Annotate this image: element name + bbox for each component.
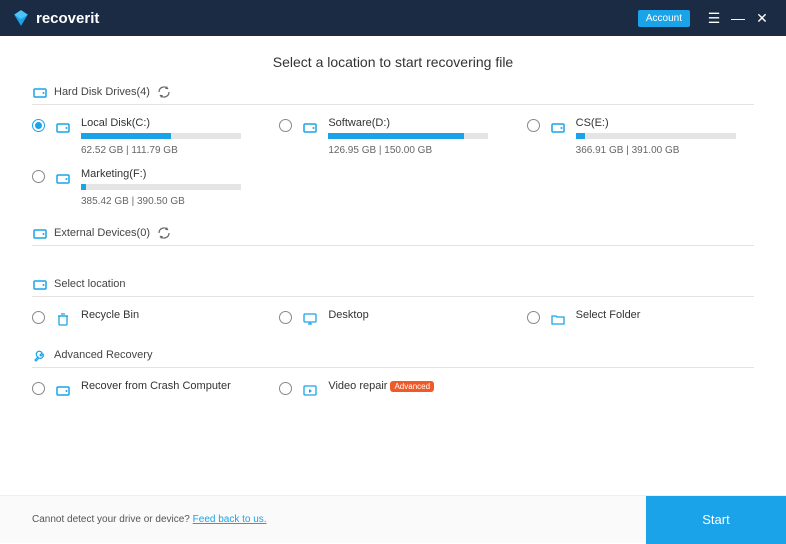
menu-button[interactable]: ☰ [702,6,726,30]
advanced-item[interactable]: Video repairAdvanced [279,380,506,400]
trash-icon [53,309,73,329]
drive-stats: 126.95 GB | 150.00 GB [328,145,506,156]
minimize-button[interactable]: — [726,6,750,30]
titlebar: recoverit Account ☰ — ✕ [0,0,786,36]
main-content: Select a location to start recovering fi… [0,36,786,495]
drive-name: Software(D:) [328,117,506,129]
usage-bar [328,133,488,139]
radio[interactable] [32,170,45,183]
advanced-label: Recover from Crash Computer [81,380,259,392]
drive-icon [32,84,48,100]
drive-item[interactable]: Marketing(F:) 385.42 GB | 390.50 GB [32,168,259,207]
footer-text: Cannot detect your drive or device? Feed… [32,514,267,525]
location-item[interactable]: Desktop [279,309,506,329]
drive-icon [53,168,73,188]
radio[interactable] [279,119,292,132]
page-title: Select a location to start recovering fi… [32,54,754,70]
brand-text: recoverit [36,10,99,27]
location-label: Select Folder [576,309,754,321]
refresh-icon[interactable] [156,225,172,241]
refresh-icon[interactable] [156,84,172,100]
footer: Cannot detect your drive or device? Feed… [0,495,786,543]
app-logo: recoverit [12,9,99,27]
section-loc-header: Select location [32,276,754,297]
advanced-item[interactable]: Recover from Crash Computer [32,380,259,400]
drive-icon [548,117,568,137]
account-button[interactable]: Account [638,10,690,27]
drive-item[interactable]: Software(D:) 126.95 GB | 150.00 GB [279,117,506,156]
radio[interactable] [32,382,45,395]
logo-icon [12,9,30,27]
section-ext-header: External Devices(0) [32,225,754,246]
location-label: Desktop [328,309,506,321]
drive-name: Local Disk(C:) [81,117,259,129]
radio[interactable] [279,311,292,324]
drive-item[interactable]: Local Disk(C:) 62.52 GB | 111.79 GB [32,117,259,156]
location-label: Recycle Bin [81,309,259,321]
start-button[interactable]: Start [646,496,786,544]
radio[interactable] [527,119,540,132]
locations-grid: Recycle Bin Desktop Select Folder [32,309,754,329]
advanced-grid: Recover from Crash Computer Video repair… [32,380,754,400]
drive-icon [300,117,320,137]
radio[interactable] [527,311,540,324]
usage-bar [81,184,241,190]
section-ext-title: External Devices(0) [54,227,150,239]
radio[interactable] [279,382,292,395]
desktop-icon [300,309,320,329]
drive-stats: 366.91 GB | 391.00 GB [576,145,754,156]
drive-name: Marketing(F:) [81,168,259,180]
drive-stats: 385.42 GB | 390.50 GB [81,196,259,207]
section-adv-title: Advanced Recovery [54,349,152,361]
section-hdd-title: Hard Disk Drives(4) [54,86,150,98]
drive-item[interactable]: CS(E:) 366.91 GB | 391.00 GB [527,117,754,156]
section-adv-header: Advanced Recovery [32,347,754,368]
close-button[interactable]: ✕ [750,6,774,30]
feedback-link[interactable]: Feed back to us. [193,514,267,525]
drive-icon [53,117,73,137]
folder-icon [548,309,568,329]
radio[interactable] [32,311,45,324]
drive-icon [32,276,48,292]
advanced-badge: Advanced [390,381,434,392]
advanced-label: Video repairAdvanced [328,380,506,392]
radio[interactable] [32,119,45,132]
section-loc-title: Select location [54,278,126,290]
drive-stats: 62.52 GB | 111.79 GB [81,145,259,156]
video-icon [300,380,320,400]
wrench-icon [32,347,48,363]
usage-bar [81,133,241,139]
drive-name: CS(E:) [576,117,754,129]
section-hdd-header: Hard Disk Drives(4) [32,84,754,105]
drive-icon [53,380,73,400]
drives-grid: Local Disk(C:) 62.52 GB | 111.79 GB Soft… [32,117,754,207]
usage-bar [576,133,736,139]
location-item[interactable]: Recycle Bin [32,309,259,329]
location-item[interactable]: Select Folder [527,309,754,329]
drive-icon [32,225,48,241]
